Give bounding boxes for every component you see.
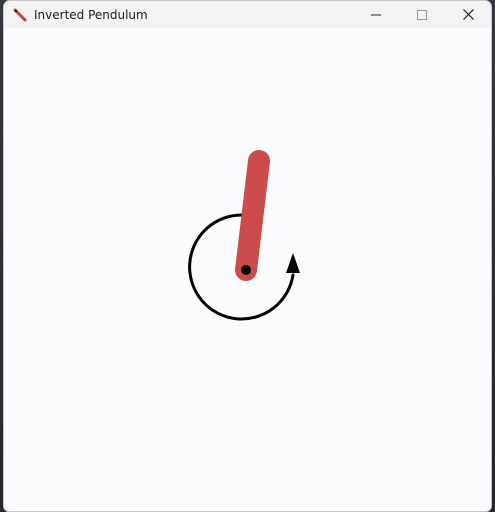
rotation-arrowhead bbox=[286, 253, 300, 273]
pendulum-pivot bbox=[241, 265, 251, 275]
pendulum-rod bbox=[235, 150, 270, 281]
minimize-icon bbox=[371, 5, 381, 24]
pendulum-app-icon bbox=[12, 7, 28, 23]
caption-buttons bbox=[353, 1, 491, 28]
window-title: Inverted Pendulum bbox=[34, 7, 148, 22]
pendulum-scene bbox=[188, 150, 300, 321]
maximize-button[interactable] bbox=[399, 1, 445, 28]
close-icon bbox=[462, 5, 474, 24]
app-window: Inverted Pendulum bbox=[3, 0, 492, 512]
title-bar[interactable]: Inverted Pendulum bbox=[4, 1, 491, 28]
simulation-canvas[interactable] bbox=[4, 28, 491, 511]
close-button[interactable] bbox=[445, 1, 491, 28]
maximize-icon bbox=[417, 5, 427, 24]
minimize-button[interactable] bbox=[353, 1, 399, 28]
